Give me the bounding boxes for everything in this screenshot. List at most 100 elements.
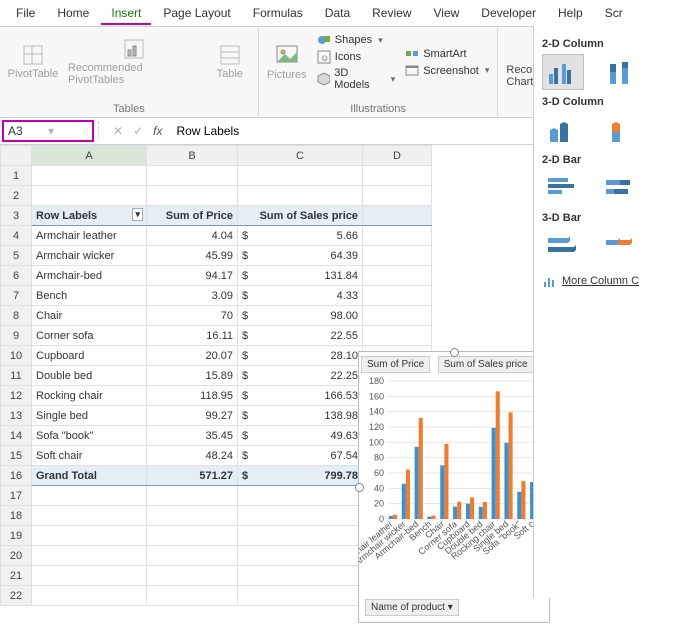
cell[interactable] — [238, 186, 363, 206]
column-header-A[interactable]: A — [32, 146, 147, 166]
pivot-header-rowlabels[interactable]: Row Labels — [32, 206, 147, 226]
row-header-21[interactable]: 21 — [1, 566, 32, 586]
chart-field-button-sales[interactable]: Sum of Sales price — [438, 356, 534, 373]
cell[interactable] — [363, 226, 432, 246]
clustered-column-icon[interactable] — [542, 54, 584, 90]
screenshot-button[interactable]: Screenshot — [405, 64, 489, 78]
cell[interactable] — [238, 566, 363, 586]
pivot-row-price[interactable]: 35.45 — [147, 426, 238, 446]
cell[interactable] — [32, 166, 147, 186]
cell[interactable] — [147, 566, 238, 586]
pivot-row-label[interactable]: Corner sofa — [32, 326, 147, 346]
pivot-row-label[interactable]: Armchair wicker — [32, 246, 147, 266]
stacked-bar-icon[interactable] — [600, 170, 642, 206]
pivot-row-price[interactable]: 3.09 — [147, 286, 238, 306]
cell[interactable] — [147, 486, 238, 506]
cell[interactable] — [238, 486, 363, 506]
column-header-B[interactable]: B — [147, 146, 238, 166]
pivot-row-label[interactable]: Single bed — [32, 406, 147, 426]
pivot-row-sales[interactable]: $28.10 — [238, 346, 363, 366]
row-header-2[interactable]: 2 — [1, 186, 32, 206]
row-header-9[interactable]: 9 — [1, 326, 32, 346]
pivot-row-sales[interactable]: $166.53 — [238, 386, 363, 406]
column-header-D[interactable]: D — [363, 146, 432, 166]
cell[interactable] — [238, 506, 363, 526]
3d-clustered-bar-icon[interactable] — [542, 228, 584, 264]
row-header-11[interactable]: 11 — [1, 366, 32, 386]
pivot-row-sales[interactable]: $4.33 — [238, 286, 363, 306]
pivot-row-label[interactable]: Armchair leather — [32, 226, 147, 246]
row-header-14[interactable]: 14 — [1, 426, 32, 446]
pivot-row-label[interactable]: Cupboard — [32, 346, 147, 366]
pivot-row-sales[interactable]: $131.84 — [238, 266, 363, 286]
column-header-C[interactable]: C — [238, 146, 363, 166]
row-header-18[interactable]: 18 — [1, 506, 32, 526]
3d-clustered-column-icon[interactable] — [542, 112, 584, 148]
more-column-charts-link[interactable]: More Column C — [542, 274, 672, 288]
menu-tab-home[interactable]: Home — [47, 3, 99, 23]
cancel-formula-icon[interactable]: ✕ — [113, 124, 123, 138]
cell[interactable] — [32, 506, 147, 526]
cell[interactable] — [147, 506, 238, 526]
pivot-total-sales[interactable]: $799.78 — [238, 466, 363, 486]
pivot-row-label[interactable]: Double bed — [32, 366, 147, 386]
pivot-row-label[interactable]: Sofa "book" — [32, 426, 147, 446]
menu-tab-developer[interactable]: Developer — [471, 3, 546, 23]
resize-handle-top[interactable] — [450, 348, 459, 357]
row-header-8[interactable]: 8 — [1, 306, 32, 326]
cell[interactable] — [32, 566, 147, 586]
cell[interactable] — [363, 306, 432, 326]
menu-tab-insert[interactable]: Insert — [101, 3, 151, 25]
menu-tab-scr[interactable]: Scr — [595, 3, 633, 23]
row-header-4[interactable]: 4 — [1, 226, 32, 246]
row-header-15[interactable]: 15 — [1, 446, 32, 466]
pivot-row-sales[interactable]: $67.54 — [238, 446, 363, 466]
cell[interactable] — [147, 186, 238, 206]
pivot-row-price[interactable]: 94.17 — [147, 266, 238, 286]
pivot-header-price[interactable]: Sum of Price — [147, 206, 238, 226]
3d-stacked-bar-icon[interactable] — [600, 228, 642, 264]
pivot-header-sales[interactable]: Sum of Sales price — [238, 206, 363, 226]
row-header-16[interactable]: 16 — [1, 466, 32, 486]
cell[interactable] — [147, 546, 238, 566]
menu-tab-formulas[interactable]: Formulas — [243, 3, 313, 23]
row-header-12[interactable]: 12 — [1, 386, 32, 406]
cell[interactable] — [147, 166, 238, 186]
row-header-6[interactable]: 6 — [1, 266, 32, 286]
pivottable-button[interactable]: PivotTable — [8, 44, 58, 80]
cell[interactable] — [238, 546, 363, 566]
row-header-20[interactable]: 20 — [1, 546, 32, 566]
pivot-row-sales[interactable]: $138.98 — [238, 406, 363, 426]
chart-field-button-price[interactable]: Sum of Price — [361, 356, 430, 373]
row-header-3[interactable]: 3 — [1, 206, 32, 226]
row-header-5[interactable]: 5 — [1, 246, 32, 266]
menu-tab-file[interactable]: File — [6, 3, 45, 23]
cell[interactable] — [32, 546, 147, 566]
pivot-row-price[interactable]: 20.07 — [147, 346, 238, 366]
row-header-13[interactable]: 13 — [1, 406, 32, 426]
cell[interactable] — [363, 166, 432, 186]
pivot-row-label[interactable]: Rocking chair — [32, 386, 147, 406]
3d-models-button[interactable]: 3D Models — [317, 67, 395, 91]
clustered-bar-icon[interactable] — [542, 170, 584, 206]
pictures-button[interactable]: Pictures — [267, 43, 307, 81]
cell[interactable] — [32, 186, 147, 206]
pivot-row-sales[interactable]: $5.66 — [238, 226, 363, 246]
cell[interactable] — [32, 586, 147, 606]
pivot-row-sales[interactable]: $22.25 — [238, 366, 363, 386]
row-header-17[interactable]: 17 — [1, 486, 32, 506]
row-header-19[interactable]: 19 — [1, 526, 32, 546]
cell[interactable] — [32, 526, 147, 546]
pivot-row-sales[interactable]: $22.55 — [238, 326, 363, 346]
table-button[interactable]: Table — [210, 44, 250, 80]
pivot-row-sales[interactable]: $64.39 — [238, 246, 363, 266]
cell[interactable] — [238, 586, 363, 606]
select-all-corner[interactable] — [1, 146, 32, 166]
pivot-row-price[interactable]: 4.04 — [147, 226, 238, 246]
pivot-row-label[interactable]: Soft chair — [32, 446, 147, 466]
pivot-row-label[interactable]: Bench — [32, 286, 147, 306]
cell[interactable] — [238, 526, 363, 546]
icons-button[interactable]: ☺ Icons — [317, 50, 395, 64]
pivot-row-label[interactable]: Armchair-bed — [32, 266, 147, 286]
pivot-row-price[interactable]: 48.24 — [147, 446, 238, 466]
